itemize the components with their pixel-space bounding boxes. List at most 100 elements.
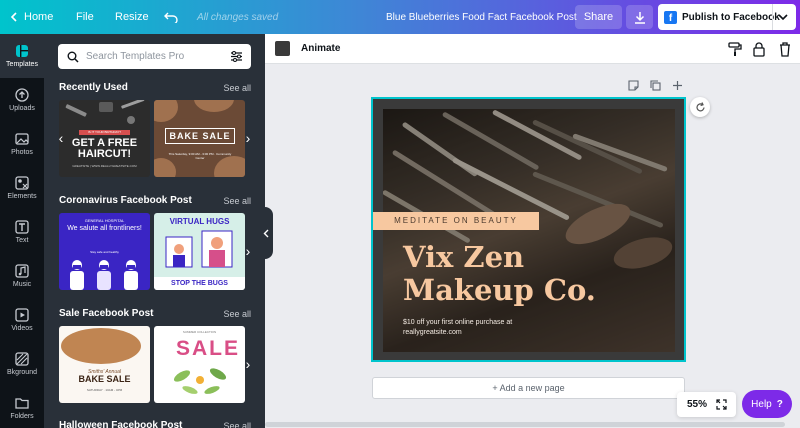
rail-item-text[interactable]: Text: [0, 210, 44, 254]
offer-line: $10 off your first online purchase at: [403, 319, 513, 326]
rail-label: Folders: [10, 413, 34, 420]
section-title: Sale Facebook Post: [59, 308, 154, 319]
template-headline: GET A FREE HAIRCUT!: [71, 137, 138, 160]
home-label: Home: [24, 11, 54, 23]
publish-to-facebook-button[interactable]: f Publish to Facebook: [658, 4, 796, 30]
upload-icon: [15, 88, 29, 102]
add-page-icon[interactable]: [672, 80, 683, 91]
see-all-link[interactable]: See all: [223, 196, 251, 206]
see-all-link[interactable]: See all: [223, 309, 251, 319]
section-title: Coronavirus Facebook Post: [59, 195, 192, 206]
home-button[interactable]: Home: [10, 0, 53, 34]
save-status: All changes saved: [197, 11, 279, 23]
design-headline[interactable]: Vix Zen Makeup Co.: [403, 241, 623, 307]
animate-button[interactable]: Animate: [301, 43, 340, 54]
rail-item-photos[interactable]: Photos: [0, 122, 44, 166]
template-thumbnail-annual-bake-sale[interactable]: Smiths' Annual BAKE SALE SATURDAY · 10AM…: [59, 326, 150, 403]
section-header-sale: Sale Facebook Post See all: [59, 308, 251, 319]
undo-button[interactable]: [164, 0, 178, 34]
help-question-icon: ?: [776, 398, 783, 410]
zoom-level: 55%: [687, 399, 708, 410]
lock-icon[interactable]: [751, 41, 767, 57]
search-icon: [67, 51, 79, 63]
section-header-halloween: Halloween Facebook Post See all: [59, 420, 251, 428]
horizontal-scrollbar[interactable]: [265, 422, 785, 427]
carousel-next-arrow[interactable]: ›: [240, 130, 256, 146]
templates-icon: [16, 45, 28, 57]
rail-label: Videos: [11, 325, 33, 332]
headline-line: Makeup Co.: [403, 273, 596, 307]
template-thumbnail-frontliners[interactable]: GENERAL HOSPITAL We salute all frontline…: [59, 213, 150, 290]
template-note: This Saturday, 9:00 AM - 3:00 PM · Commu…: [168, 152, 232, 160]
add-new-page-button[interactable]: + Add a new page: [372, 377, 685, 399]
chevron-left-icon: [263, 229, 269, 237]
trash-icon[interactable]: [777, 41, 793, 57]
photo-overlay: [383, 109, 675, 352]
facebook-icon: f: [664, 10, 677, 24]
rail-label: Uploads: [9, 105, 35, 112]
rail-item-folders[interactable]: Folders: [0, 386, 44, 428]
search-input[interactable]: [86, 51, 221, 62]
template-search[interactable]: [58, 44, 251, 69]
video-call-illustration: [165, 230, 233, 268]
medical-workers-illustration: [70, 260, 138, 290]
rail-item-uploads[interactable]: Uploads: [0, 78, 44, 122]
rail-label: Templates: [6, 61, 38, 68]
share-button[interactable]: Share: [575, 5, 622, 29]
carousel-next-arrow[interactable]: ›: [240, 243, 256, 259]
zoom-control[interactable]: 55%: [677, 392, 736, 417]
editor-toolbar: Animate: [265, 34, 800, 64]
see-all-link[interactable]: See all: [223, 83, 251, 93]
rail-label: Music: [12, 281, 32, 288]
filter-icon[interactable]: [230, 50, 243, 63]
resize-button[interactable]: Resize: [115, 0, 149, 34]
download-icon: [634, 11, 645, 24]
rail-item-videos[interactable]: Videos: [0, 298, 44, 342]
rail-item-background[interactable]: Bkground: [0, 342, 44, 386]
rail-label: Bkground: [7, 369, 37, 376]
background-icon: [15, 352, 29, 366]
document-title[interactable]: Blue Blueberries Food Fact Facebook Post: [386, 0, 577, 34]
help-label: Help: [751, 398, 772, 410]
download-button[interactable]: [626, 5, 653, 29]
template-thumbnail-bake-sale[interactable]: BAKE SALE This Saturday, 9:00 AM - 3:00 …: [154, 100, 245, 177]
design-page[interactable]: MEDITATE ON BEAUTY Vix Zen Makeup Co. $1…: [371, 97, 686, 362]
chevron-down-icon[interactable]: [778, 10, 788, 24]
template-tag: GENERAL HOSPITAL: [84, 218, 125, 223]
section-title: Halloween Facebook Post: [59, 420, 183, 428]
file-menu[interactable]: File: [76, 0, 94, 34]
undo-icon: [164, 12, 178, 23]
rail-item-elements[interactable]: Elements: [0, 166, 44, 210]
carousel-prev-arrow[interactable]: ‹: [53, 130, 69, 146]
template-note: SATURDAY · 10AM - 4PM: [86, 388, 123, 392]
collapse-panel-button[interactable]: [259, 207, 273, 259]
carousel-next-arrow[interactable]: ›: [240, 356, 256, 372]
template-thumbnail-sale[interactable]: SUMMER COLLECTION SALE: [154, 326, 245, 403]
section-header-coronavirus: Coronavirus Facebook Post See all: [59, 195, 251, 206]
barber-tools-illustration: [65, 100, 145, 124]
template-headline: VIRTUAL HUGS: [169, 217, 230, 226]
design-tagline[interactable]: MEDITATE ON BEAUTY: [373, 212, 539, 230]
template-thumbnail-virtual-hugs[interactable]: VIRTUAL HUGS STOP THE BUGS: [154, 213, 245, 290]
background-color-swatch[interactable]: [275, 41, 290, 56]
makeup-brushes-photo: [383, 109, 675, 352]
text-icon: [15, 220, 29, 234]
help-button[interactable]: Help ?: [742, 390, 792, 418]
rail-item-templates[interactable]: Templates: [0, 34, 44, 78]
expand-icon[interactable]: [716, 399, 727, 410]
add-note-icon[interactable]: [628, 80, 639, 91]
see-all-link[interactable]: See all: [223, 421, 251, 428]
duplicate-page-icon[interactable]: [650, 80, 661, 91]
leaves-illustration: [173, 368, 227, 394]
music-icon: [15, 264, 29, 278]
paint-roller-icon[interactable]: [727, 41, 743, 57]
publish-divider: [772, 4, 773, 30]
cookie-shape: [61, 328, 141, 364]
cookie-shape: [154, 100, 178, 122]
template-headline: We salute all frontliners!: [67, 225, 142, 232]
design-offer-text[interactable]: $10 off your first online purchase at re…: [403, 318, 512, 338]
publish-label: Publish to Facebook: [682, 11, 780, 23]
rail-item-music[interactable]: Music: [0, 254, 44, 298]
rotate-handle[interactable]: [690, 97, 710, 117]
template-thumbnail-haircut[interactable]: IS IT YOUR BIRTHDAY? GET A FREE HAIRCUT!…: [59, 100, 150, 177]
